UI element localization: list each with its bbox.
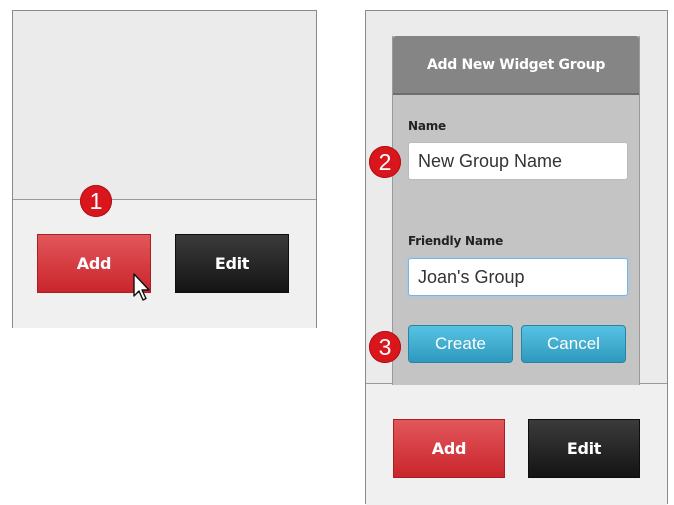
- name-label: Name: [408, 119, 446, 133]
- add-widget-group-dialog: Add New Widget Group Name New Group Name…: [392, 36, 640, 385]
- cancel-button[interactable]: Cancel: [521, 325, 626, 363]
- edit-button[interactable]: Edit: [528, 419, 640, 478]
- name-field-value: New Group Name: [418, 150, 563, 171]
- step-marker-1: 1: [80, 185, 112, 217]
- friendly-name-label: Friendly Name: [408, 234, 504, 248]
- step-marker-2: 2: [369, 146, 401, 178]
- edit-button[interactable]: Edit: [175, 234, 289, 293]
- friendly-name-field-value: Joan's Group: [418, 266, 525, 287]
- dialog-title: Add New Widget Group: [393, 36, 639, 95]
- left-widget-panel: Add Edit: [12, 10, 317, 328]
- mouse-pointer-icon: [133, 273, 150, 301]
- name-field[interactable]: New Group Name: [408, 142, 628, 180]
- widget-area: [13, 11, 316, 200]
- step-marker-3: 3: [369, 331, 401, 363]
- create-button[interactable]: Create: [408, 325, 513, 363]
- friendly-name-field[interactable]: Joan's Group: [408, 258, 628, 296]
- add-button[interactable]: Add: [393, 419, 505, 478]
